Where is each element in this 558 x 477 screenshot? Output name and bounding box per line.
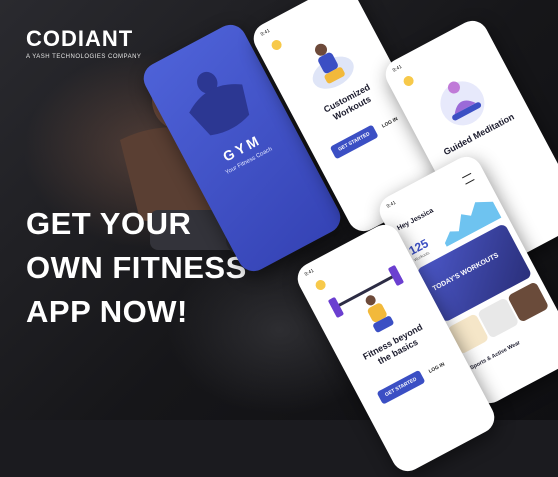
menu-icon[interactable]	[462, 172, 475, 185]
banner-title: TODAY'S WORKOUTS	[431, 251, 500, 293]
get-started-button[interactable]: GET STARTED	[329, 124, 379, 160]
dashboard-greeting: Hey Jessica	[396, 207, 435, 233]
status-time: 9:41	[259, 27, 272, 38]
get-started-button[interactable]: GET STARTED	[376, 369, 426, 405]
sun-icon	[269, 38, 284, 52]
sun-icon	[401, 74, 416, 88]
status-time: 9:41	[391, 63, 404, 74]
status-time: 9:41	[385, 199, 398, 210]
sun-icon	[313, 278, 328, 292]
headline: GET YOUR OWN FITNESS APP NOW!	[26, 202, 247, 334]
headline-line-3: APP NOW!	[26, 294, 188, 329]
brand-name: CODIANT	[26, 26, 134, 51]
login-link[interactable]: LOG IN	[428, 361, 446, 374]
brand-tagline: A YASH TECHNOLOGIES COMPANY	[26, 54, 142, 60]
login-link[interactable]: LOG IN	[381, 116, 399, 129]
brand-logo: CODIANT A YASH TECHNOLOGIES COMPANY	[26, 26, 141, 60]
status-time: 9:41	[303, 267, 316, 278]
headline-line-2: OWN FITNESS	[26, 250, 247, 285]
